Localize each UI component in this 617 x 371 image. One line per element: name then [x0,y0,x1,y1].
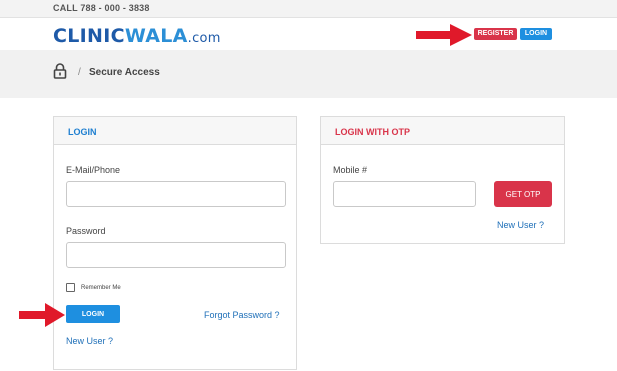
otp-panel: LOGIN WITH OTP Mobile # GET OTP New User… [320,116,565,244]
red-arrow-icon [416,24,472,46]
password-field[interactable] [66,242,286,268]
email-label: E-Mail/Phone [66,165,121,175]
get-otp-button[interactable]: GET OTP [494,181,552,207]
call-number: CALL 788 - 000 - 3838 [53,3,150,13]
login-panel: LOGIN E-Mail/Phone Password Remember Me … [53,116,297,370]
otp-panel-title: LOGIN WITH OTP [321,117,564,145]
mobile-label: Mobile # [333,165,368,175]
forgot-password-link[interactable]: Forgot Password ? [204,310,280,320]
breadcrumb-title: Secure Access [89,67,160,78]
lock-icon [53,63,67,79]
login-panel-title: LOGIN [54,117,296,145]
otp-new-user-link[interactable]: New User ? [497,220,544,230]
top-contact-bar: CALL 788 - 000 - 3838 [0,0,617,18]
site-header: CLINICWALA.com REGISTER LOGIN [0,18,617,50]
register-button[interactable]: REGISTER [474,28,517,40]
email-field[interactable] [66,181,286,207]
header-login-button[interactable]: LOGIN [520,28,552,40]
mobile-field[interactable] [333,181,476,207]
logo-wala: WALA [124,25,188,47]
remember-me-label: Remember Me [81,285,121,291]
logo-clinic: CLINIC [53,25,125,47]
breadcrumb-separator: / [78,67,81,78]
new-user-link[interactable]: New User ? [66,336,113,346]
logo-dotcom: .com [187,31,221,46]
login-button[interactable]: LOGIN [66,305,120,323]
remember-me-checkbox[interactable] [66,283,75,292]
password-label: Password [66,226,106,236]
site-logo[interactable]: CLINICWALA.com [53,25,221,47]
red-arrow-icon [19,303,65,327]
